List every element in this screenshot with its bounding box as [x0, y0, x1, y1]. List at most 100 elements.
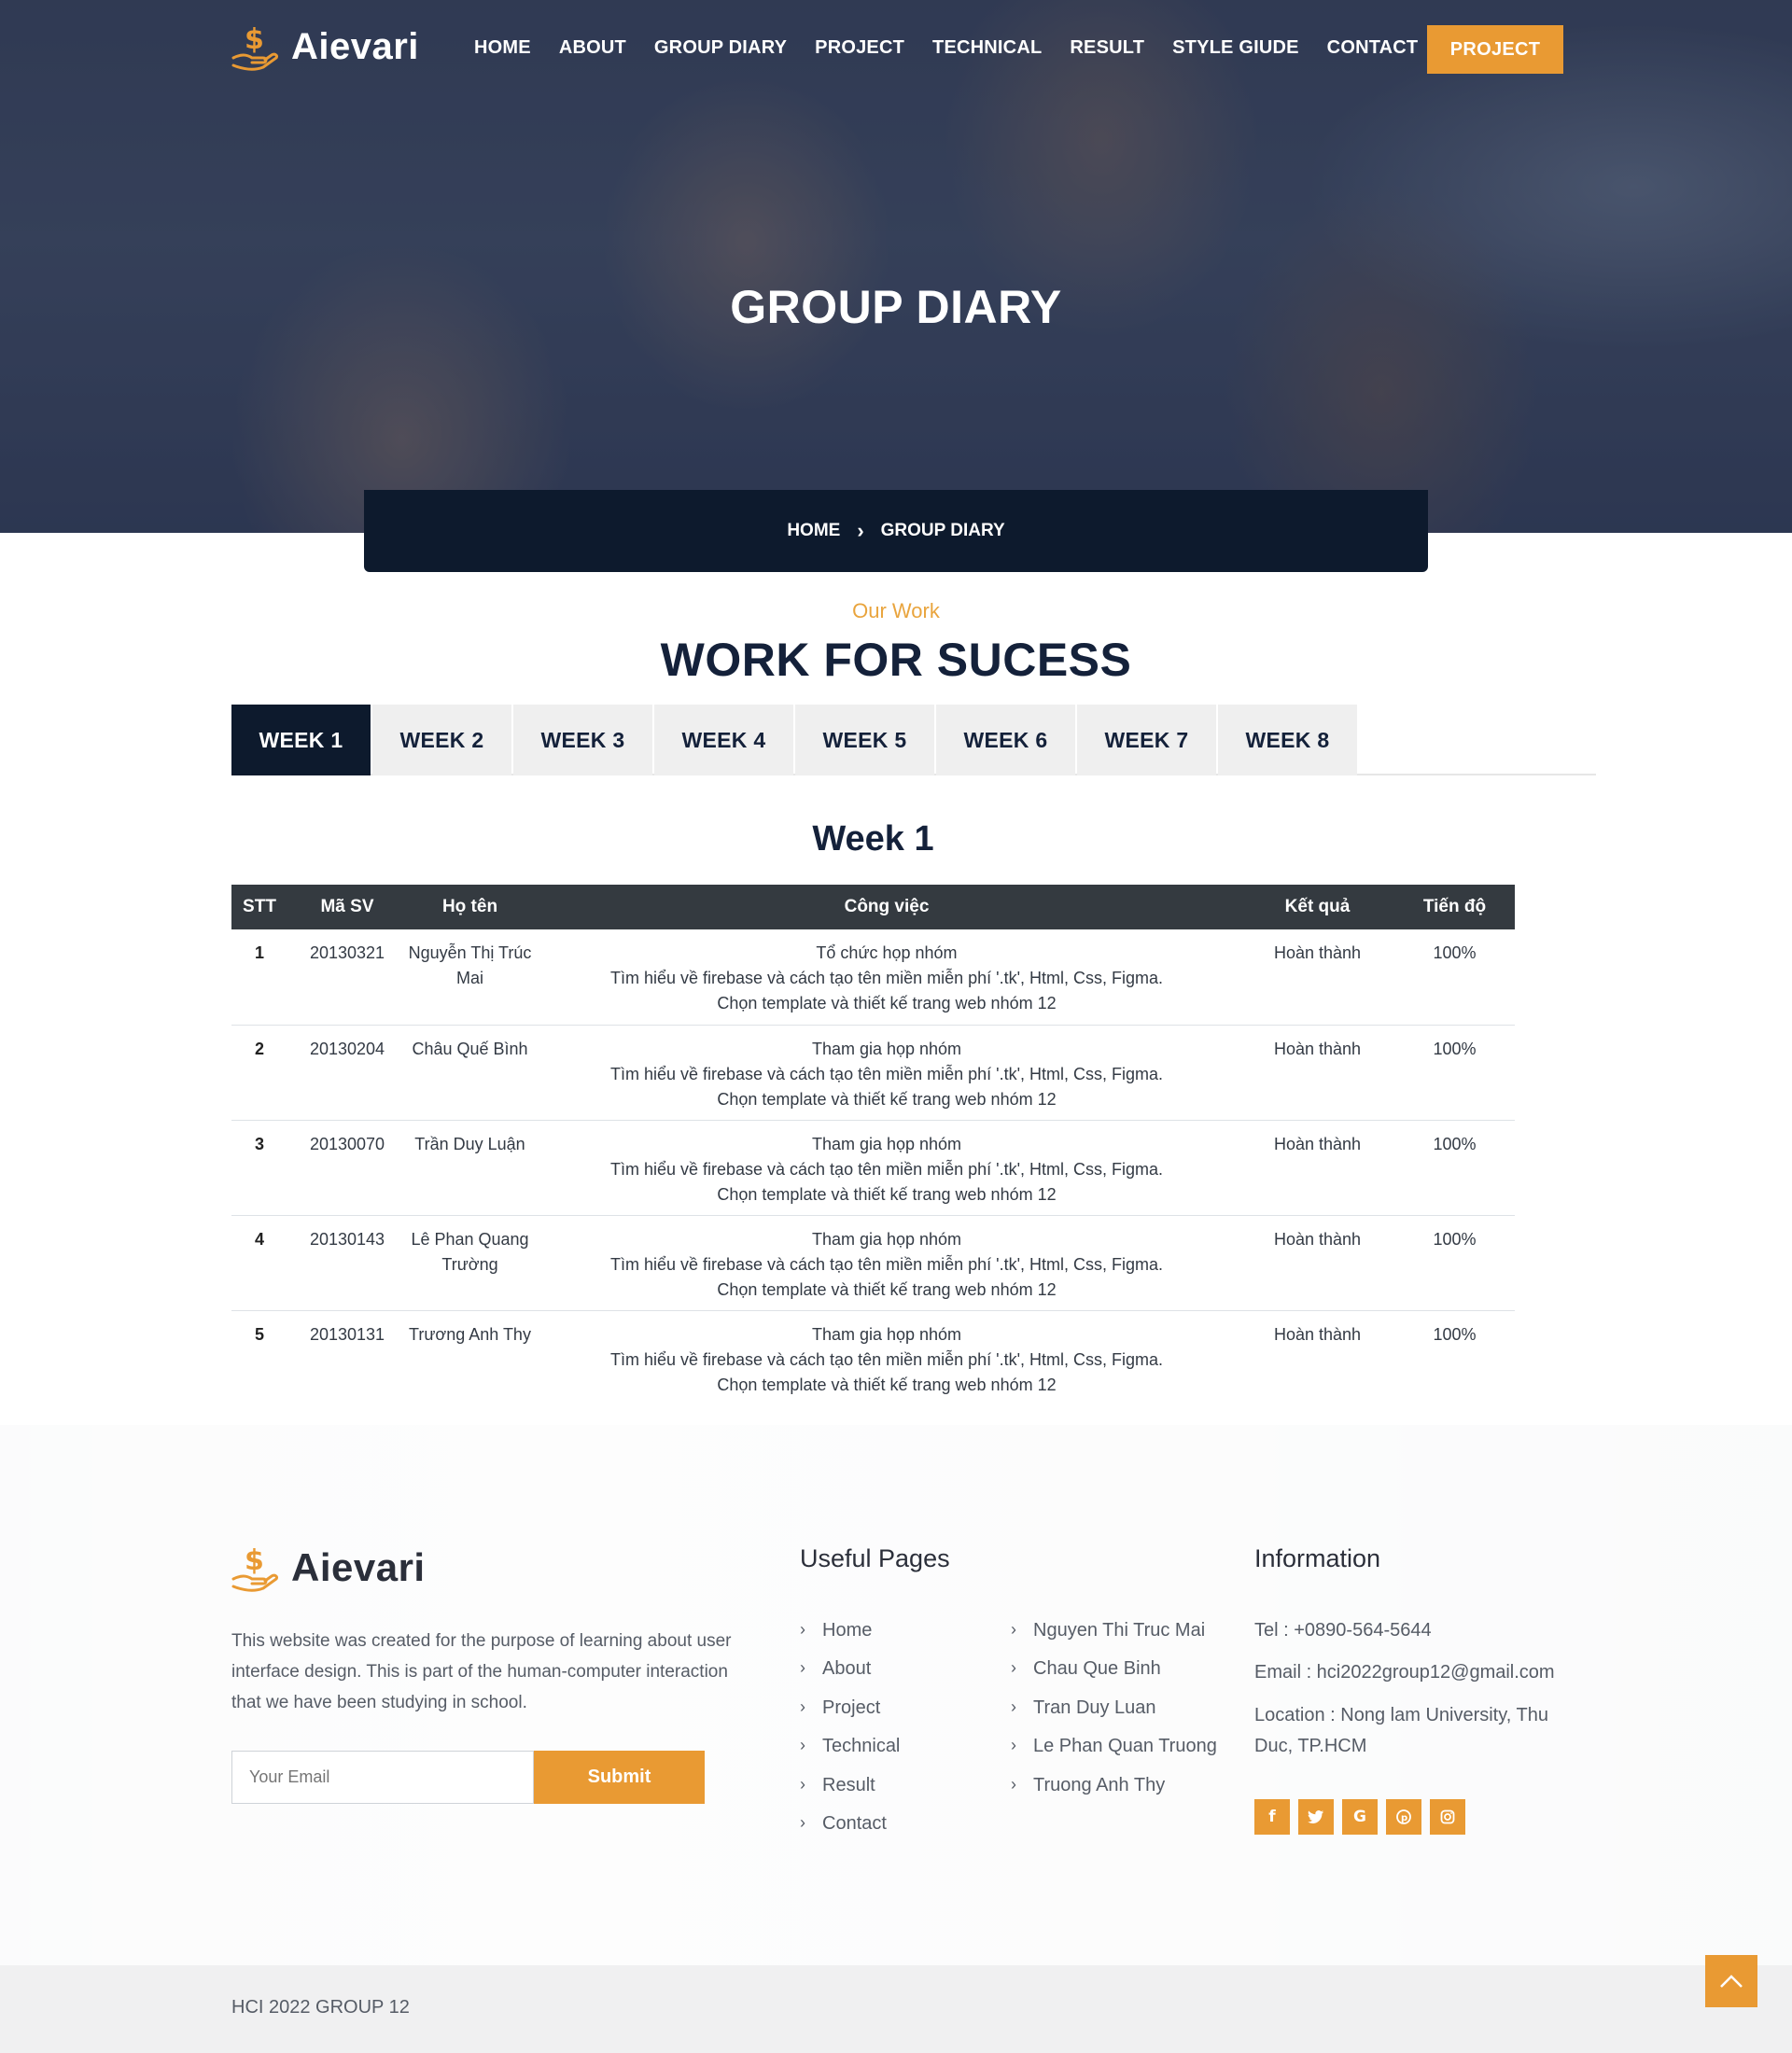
nav-group-diary[interactable]: GROUP DIARY	[654, 37, 787, 59]
tab-week-6[interactable]: WEEK 6	[936, 705, 1075, 775]
footer-link-about[interactable]: › About	[800, 1658, 900, 1697]
footer-member-link[interactable]: › Tran Duy Luan	[1011, 1697, 1217, 1736]
tab-week-8[interactable]: WEEK 8	[1218, 705, 1357, 775]
col-work: Công việc	[533, 885, 1240, 929]
cell-result: Hoàn thành	[1240, 1120, 1394, 1216]
facebook-icon[interactable]: f	[1254, 1799, 1290, 1835]
cell-result: Hoàn thành	[1240, 1215, 1394, 1311]
col-stt: STT	[231, 885, 287, 929]
cell-work: Tổ chức họp nhóm Tìm hiểu về firebase và …	[533, 929, 1240, 1026]
work-line: Tìm hiểu về firebase và cách tạo tên miề…	[609, 1064, 1164, 1083]
nav-result[interactable]: RESULT	[1070, 37, 1144, 59]
footer-link-contact[interactable]: › Contact	[800, 1813, 900, 1851]
project-cta-button[interactable]: PROJECT	[1427, 25, 1563, 74]
newsletter-email-input[interactable]	[231, 1751, 534, 1804]
chevron-right-icon: ›	[800, 1736, 805, 1755]
nav-project[interactable]: PROJECT	[815, 37, 904, 59]
nav-style-guide[interactable]: STYLE GIUDE	[1172, 37, 1299, 59]
footer-logo[interactable]: $ Aievari	[231, 1542, 426, 1594]
svg-text:p: p	[1401, 1813, 1407, 1823]
tab-week-2[interactable]: WEEK 2	[372, 705, 511, 775]
cell-name: Châu Quế Bình	[407, 1025, 533, 1121]
nav-contact[interactable]: CONTACT	[1327, 37, 1419, 59]
footer-member-link[interactable]: › Le Phan Quan Truong	[1011, 1736, 1217, 1774]
footer-link-label: About	[822, 1658, 872, 1680]
contact-email: Email : hci2022group12@gmail.com	[1254, 1662, 1555, 1683]
back-to-top-button[interactable]	[1705, 1955, 1757, 2007]
col-name: Họ tên	[407, 885, 533, 929]
cell-result: Hoàn thành	[1240, 929, 1394, 1026]
footer-member-link[interactable]: › Nguyen Thi Truc Mai	[1011, 1620, 1217, 1658]
work-line: Chọn template và thiết kế trang web nhóm…	[717, 994, 1057, 1013]
breadcrumb: HOME › GROUP DIARY	[364, 490, 1428, 572]
footer-link-label: Chau Que Binh	[1033, 1658, 1161, 1680]
tab-week-3[interactable]: WEEK 3	[513, 705, 652, 775]
footer-link-label: Contact	[822, 1812, 887, 1834]
cell-name: Lê Phan Quang Trường	[407, 1215, 533, 1311]
chevron-right-icon: ›	[800, 1774, 805, 1794]
tab-week-1[interactable]: WEEK 1	[231, 705, 371, 775]
work-line: Tìm hiểu về firebase và cách tạo tên miề…	[609, 969, 1164, 987]
social-links: f G p	[1254, 1799, 1465, 1835]
nav-home[interactable]: HOME	[474, 37, 531, 59]
chevron-right-icon: ›	[800, 1812, 805, 1832]
section-kicker: Our Work	[852, 599, 940, 622]
footer-link-result[interactable]: › Result	[800, 1775, 900, 1813]
chevron-right-icon: ›	[1011, 1736, 1016, 1755]
cell-student-id: 20130070	[287, 1120, 407, 1216]
top-navbar: $ Aievari HOME ABOUT GROUP DIARY PROJECT…	[0, 0, 1792, 98]
google-icon[interactable]: G	[1342, 1799, 1378, 1835]
work-line: Chọn template và thiết kế trang web nhóm…	[717, 1089, 1057, 1109]
useful-pages-list: › Home › About › Project › Technical › Result…	[800, 1620, 900, 1851]
page-title: GROUP DIARY	[730, 281, 1062, 333]
col-result: Kết quả	[1240, 885, 1394, 929]
footer-link-technical[interactable]: › Technical	[800, 1736, 900, 1774]
brand-logo[interactable]: $ Aievari	[231, 21, 419, 73]
week-tabs: WEEK 1 WEEK 2 WEEK 3 WEEK 4 WEEK 5 WEEK …	[231, 705, 1596, 775]
cell-stt: 5	[254, 1324, 264, 1344]
work-line: Tham gia họp nhóm	[811, 1134, 962, 1153]
week-table: STT Mã SV Họ tên Công việc Kết quả Tiến …	[231, 885, 1515, 1405]
cell-progress: 100%	[1394, 1120, 1515, 1216]
instagram-icon[interactable]	[1430, 1799, 1465, 1835]
chevron-right-icon: ›	[1011, 1658, 1016, 1678]
footer-link-label: Home	[822, 1620, 873, 1641]
cell-student-id: 20130321	[287, 929, 407, 1026]
brand-name: Aievari	[291, 25, 419, 67]
breadcrumb-home[interactable]: HOME	[787, 521, 840, 541]
contact-phone: Tel : +0890-564-5644	[1254, 1620, 1432, 1641]
contact-location: Location : Nong lam University, Thu Duc,…	[1254, 1705, 1548, 1756]
work-line: Tham gia họp nhóm	[811, 1039, 962, 1058]
nav-about[interactable]: ABOUT	[559, 37, 626, 59]
tab-week-4[interactable]: WEEK 4	[654, 705, 793, 775]
footer-link-home[interactable]: › Home	[800, 1620, 900, 1658]
footer-member-link[interactable]: › Chau Que Binh	[1011, 1658, 1217, 1697]
table-row: 4 20130143 Lê Phan Quang Trường Tham gia…	[231, 1215, 1515, 1311]
chevron-right-icon: ›	[800, 1697, 805, 1716]
work-line: Chọn template và thiết kế trang web nhóm…	[717, 1375, 1057, 1394]
footer-link-label: Technical	[822, 1736, 901, 1757]
dollar-hand-icon: $	[231, 1544, 278, 1592]
cell-name: Nguyễn Thị Trúc Mai	[407, 929, 533, 1026]
breadcrumb-current: GROUP DIARY	[880, 521, 1005, 540]
table-row: 1 20130321 Nguyễn Thị Trúc Mai Tổ chức h…	[231, 929, 1515, 1026]
copyright-text: HCI 2022 GROUP 12	[231, 1997, 410, 2018]
chevron-up-icon	[1720, 1975, 1743, 1988]
footer-link-label: Result	[822, 1774, 875, 1795]
work-line: Tìm hiểu về firebase và cách tạo tên miề…	[609, 1159, 1164, 1179]
chevron-right-icon: ›	[800, 1658, 805, 1678]
footer-link-label: Nguyen Thi Truc Mai	[1033, 1620, 1206, 1641]
newsletter-submit-button[interactable]: Submit	[534, 1751, 705, 1804]
pinterest-icon[interactable]: p	[1386, 1799, 1421, 1835]
cell-work: Tham gia họp nhóm Tìm hiểu về firebase và…	[533, 1120, 1240, 1216]
cell-result: Hoàn thành	[1273, 1324, 1362, 1344]
tab-week-5[interactable]: WEEK 5	[795, 705, 934, 775]
cell-result: Hoàn thành	[1240, 1025, 1394, 1121]
footer-link-project[interactable]: › Project	[800, 1697, 900, 1736]
nav-technical[interactable]: TECHNICAL	[932, 37, 1042, 59]
tab-week-7[interactable]: WEEK 7	[1077, 705, 1216, 775]
twitter-icon[interactable]	[1298, 1799, 1334, 1835]
footer-brand-name: Aievari	[291, 1545, 426, 1589]
cell-name: Trần Duy Luận	[407, 1120, 533, 1216]
footer-member-link[interactable]: › Truong Anh Thy	[1011, 1775, 1217, 1813]
